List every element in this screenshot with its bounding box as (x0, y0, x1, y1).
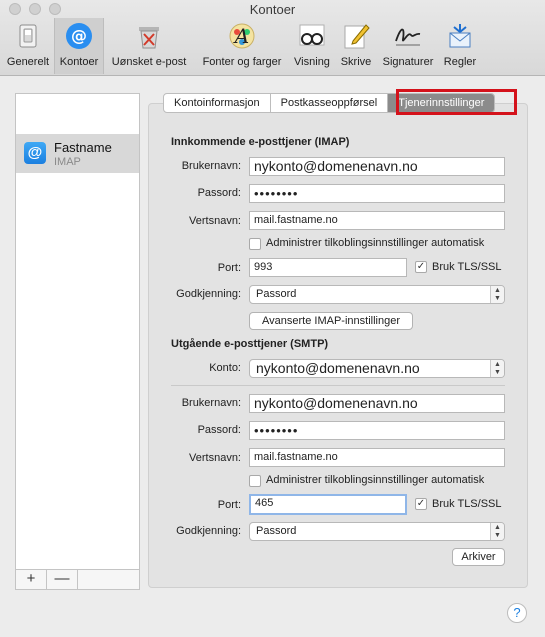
toolbar-label: Visning (294, 56, 330, 68)
account-name: Fastname (54, 140, 112, 155)
toolbar-general[interactable]: Generelt (3, 18, 53, 74)
outgoing-port-field[interactable]: 465 (249, 494, 407, 515)
outgoing-username-label: Brukernavn: (181, 397, 241, 409)
outgoing-account-select[interactable]: nykonto@domenenavn.no ▲ ▼ (249, 359, 505, 378)
incoming-auto-manage-checkbox[interactable] (249, 238, 261, 250)
toolbar-label: Signaturer (382, 56, 434, 68)
incoming-username-field[interactable]: nykonto@domenenavn.no (249, 157, 505, 176)
account-type: IMAP (54, 156, 81, 168)
incoming-username-label: Brukernavn: (181, 160, 241, 172)
outgoing-account-value: nykonto@domenenavn.no (256, 360, 420, 376)
toolbar-fonts-colors[interactable]: A Fonter og farger (196, 18, 288, 74)
account-list-footer: + — (16, 569, 139, 589)
window-title: Kontoer (249, 2, 296, 17)
toolbar-viewing[interactable]: Visning (290, 18, 334, 74)
toolbar-label: Kontoer (59, 56, 99, 68)
outgoing-password-field[interactable]: •••••••• (249, 421, 505, 440)
toolbar-label: Regler (443, 56, 477, 68)
advanced-imap-settings-button[interactable]: Avanserte IMAP-innstillinger (249, 312, 413, 330)
incoming-auth-value: Passord (256, 288, 297, 300)
toolbar-label: Generelt (6, 56, 50, 68)
incoming-port-field[interactable]: 993 (249, 258, 407, 277)
outgoing-username-field[interactable]: nykonto@domenenavn.no (249, 394, 505, 413)
switch-icon (19, 24, 37, 48)
toolbar-label: Uønsket e-post (111, 56, 187, 68)
at-sign-icon: @ (24, 142, 46, 164)
toolbar-rules[interactable]: Regler (440, 18, 480, 74)
outgoing-auto-manage-label: Administrer tilkoblingsinnstillinger aut… (266, 474, 485, 486)
outgoing-port-label: Port: (217, 499, 241, 511)
help-button[interactable]: ? (507, 603, 527, 623)
section-divider (171, 385, 505, 386)
outgoing-account-label: Konto: (209, 362, 241, 374)
window-toolbar: Kontoer Generelt @ Kontoer Uønsket e-pos… (0, 0, 545, 76)
chevron-updown-icon: ▲ ▼ (490, 286, 504, 303)
incoming-tls-label: Bruk TLS/SSL (432, 261, 502, 273)
outgoing-host-field[interactable]: mail.fastname.no (249, 448, 505, 467)
outgoing-server-title: Utgående e-posttjener (SMTP) (171, 338, 329, 350)
junk-mail-icon (139, 27, 159, 49)
incoming-password-field[interactable]: •••••••• (249, 184, 505, 203)
toolbar-signatures[interactable]: Signaturer (378, 18, 438, 74)
toolbar-label: Skrive (340, 56, 372, 68)
chevron-updown-icon: ▲ ▼ (490, 360, 504, 377)
toolbar-label: Fonter og farger (202, 56, 282, 68)
svg-text:@: @ (71, 26, 87, 45)
outgoing-password-label: Passord: (197, 424, 241, 436)
svg-text:A: A (233, 24, 249, 48)
account-list: @ Fastname IMAP + — (15, 93, 140, 590)
account-item-fastname[interactable]: @ Fastname IMAP (16, 134, 139, 173)
incoming-host-field[interactable]: mail.fastname.no (249, 211, 505, 230)
save-button[interactable]: Arkiver (452, 548, 505, 566)
incoming-tls-checkbox[interactable]: ✓ (415, 261, 427, 273)
outgoing-auth-value: Passord (256, 525, 297, 537)
rules-icon (449, 24, 471, 48)
outgoing-auth-label: Godkjenning: (176, 525, 241, 537)
incoming-password-label: Passord: (197, 187, 241, 199)
compose-icon (344, 24, 370, 49)
chevron-updown-icon: ▲ ▼ (490, 523, 504, 540)
add-account-button[interactable]: + (16, 570, 47, 589)
remove-account-button[interactable]: — (47, 570, 78, 589)
glasses-icon (299, 24, 325, 46)
incoming-host-label: Vertsnavn: (189, 215, 241, 227)
outgoing-auth-select[interactable]: Passord ▲ ▼ (249, 522, 505, 541)
toolbar-accounts[interactable]: @ Kontoer (54, 18, 104, 74)
tab-account-information[interactable]: Kontoinformasjon (164, 94, 271, 112)
fonts-colors-icon: A (229, 23, 255, 49)
outgoing-auto-manage-checkbox[interactable] (249, 475, 261, 487)
incoming-auto-manage-label: Administrer tilkoblingsinnstillinger aut… (266, 237, 485, 249)
highlight-annotation (396, 89, 517, 115)
tab-mailbox-behaviors[interactable]: Postkasseoppførsel (271, 94, 389, 112)
incoming-auth-select[interactable]: Passord ▲ ▼ (249, 285, 505, 304)
incoming-auth-label: Godkjenning: (176, 288, 241, 300)
outgoing-tls-checkbox[interactable]: ✓ (415, 498, 427, 510)
signature-icon (395, 28, 421, 46)
outgoing-tls-label: Bruk TLS/SSL (432, 498, 502, 510)
toolbar-junk-mail[interactable]: Uønsket e-post (106, 18, 192, 74)
toolbar-composing[interactable]: Skrive (336, 18, 376, 74)
incoming-port-label: Port: (217, 262, 241, 274)
at-sign-icon: @ (66, 23, 92, 49)
incoming-server-title: Innkommende e-posttjener (IMAP) (171, 136, 350, 148)
outgoing-host-label: Vertsnavn: (189, 452, 241, 464)
